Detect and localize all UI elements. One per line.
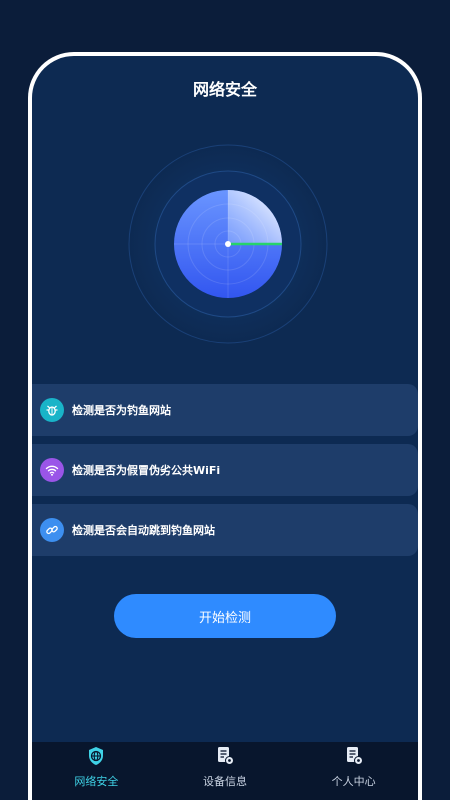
bottom-tab-bar: 网络安全 设备信息 个人中心 — [32, 742, 418, 800]
bug-icon — [40, 398, 64, 422]
tab-label: 个人中心 — [331, 775, 376, 788]
tab-device-info[interactable]: 设备信息 — [170, 742, 280, 789]
check-item-redirect: 检测是否会自动跳到钓鱼网站 — [32, 504, 418, 556]
tab-label: 网络安全 — [74, 775, 119, 788]
document-gear-icon — [215, 746, 235, 770]
shield-globe-icon — [86, 746, 106, 770]
check-item-phishing: 检测是否为钓鱼网站 — [32, 384, 418, 436]
check-item-label: 检测是否为假冒伪劣公共WiFi — [72, 464, 221, 477]
wifi-icon — [40, 458, 64, 482]
radar-scanner — [128, 144, 328, 344]
radar-graphic — [128, 144, 328, 344]
check-item-label: 检测是否会自动跳到钓鱼网站 — [72, 524, 215, 537]
document-gear-icon — [344, 746, 364, 770]
radar-center-dot — [225, 241, 231, 247]
check-item-label: 检测是否为钓鱼网站 — [72, 404, 171, 417]
check-item-fake-wifi: 检测是否为假冒伪劣公共WiFi — [32, 444, 418, 496]
phone-frame: 网络安全 检测是否为钓鱼网站 检测是否为假冒伪劣公共WiFi 检测是否会自动跳到… — [28, 52, 422, 800]
tab-network-security[interactable]: 网络安全 — [41, 742, 151, 789]
page-title: 网络安全 — [192, 80, 257, 99]
start-scan-button[interactable]: 开始检测 — [114, 594, 336, 638]
tab-label: 设备信息 — [202, 775, 247, 788]
link-icon — [40, 518, 64, 542]
tab-personal-center[interactable]: 个人中心 — [299, 742, 409, 789]
